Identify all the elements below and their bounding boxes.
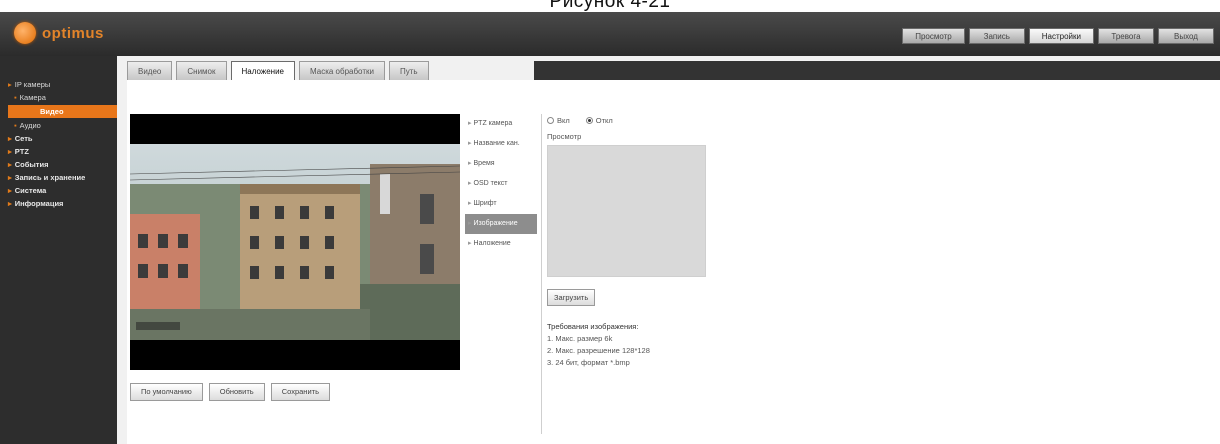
nav-alarm-button[interactable]: Тревога <box>1098 28 1154 44</box>
brand-logo: optimus <box>14 20 104 46</box>
requirement-line: 3. 24 бит, формат *.bmp <box>547 358 630 367</box>
figure-caption: Рисунок 4-21 <box>0 0 1220 12</box>
radio-enable[interactable]: Вкл <box>547 116 570 125</box>
settings-sidebar: ▸ IP камеры ▪ Камера Видео ▪ Аудио ▸ Сеть ▸ P… <box>0 56 118 444</box>
nav-live-button[interactable]: Просмотр <box>902 28 965 44</box>
submenu-item-osd-text[interactable]: ▸ OSD текст <box>465 174 537 194</box>
tab-overlay[interactable]: Наложение <box>230 61 295 80</box>
sidebar-item-network[interactable]: ▸ Сеть <box>0 132 117 145</box>
overlay-settings-pane: По умолчанию Обновить Сохранить ▸ PTZ кам… <box>127 80 1220 444</box>
tab-bar: Видео Снимок Наложение Маска обработки П… <box>117 56 1220 80</box>
vertical-divider <box>541 114 542 434</box>
content-area: Видео Снимок Наложение Маска обработки П… <box>117 56 1220 444</box>
sidebar-item-ip-camera[interactable]: ▸ IP камеры <box>0 78 117 91</box>
submenu-item-ptz-camera[interactable]: ▸ PTZ камера <box>465 114 537 134</box>
submenu-item-channel-name[interactable]: ▸ Название кан. <box>465 134 537 154</box>
app-window: optimus Просмотр Запись Настройки Тревог… <box>0 12 1220 444</box>
sidebar-item-system[interactable]: ▸ Система <box>0 184 117 197</box>
figure-caption-text: Рисунок 4-21 <box>549 0 671 12</box>
overlay-submenu: ▸ PTZ камера ▸ Название кан. ▸ Время ▸ OSD т… <box>465 114 537 254</box>
submenu-item-overlay[interactable]: ▸ Наложение <box>465 234 537 254</box>
image-overlay-settings: Вкл Откл Просмотр Загрузить Требования и… <box>547 114 847 367</box>
logo-mark-icon <box>14 22 36 44</box>
submenu-item-time[interactable]: ▸ Время <box>465 154 537 174</box>
tab-bar-filler <box>534 61 1220 80</box>
video-button-group: По умолчанию Обновить Сохранить <box>130 383 330 401</box>
radio-circle-icon <box>585 116 593 124</box>
submenu-item-image[interactable]: ▸ Изображение <box>465 214 537 234</box>
logo-wordmark: optimus <box>42 24 104 42</box>
chevron-right-icon: ▸ <box>468 140 472 147</box>
sidebar-item-camera[interactable]: ▪ Камера <box>0 91 117 104</box>
chevron-right-icon: ▸ <box>468 180 472 187</box>
tab-video[interactable]: Видео <box>127 61 173 80</box>
sidebar-item-events[interactable]: ▸ События <box>0 158 117 171</box>
sidebar-item-information[interactable]: ▸ Информация <box>0 197 117 210</box>
requirements-title: Требования изображения: <box>547 322 639 331</box>
tab-privacy-mask[interactable]: Маска обработки <box>298 61 385 80</box>
radio-circle-icon <box>547 116 554 124</box>
sidebar-item-ptz[interactable]: ▸ PTZ <box>0 145 117 158</box>
chevron-right-icon: ▸ <box>468 120 472 127</box>
requirement-line: 1. Макс. размер 6k <box>547 334 613 343</box>
header-bar: optimus Просмотр Запись Настройки Тревог… <box>0 12 1220 56</box>
image-preview-box <box>547 145 706 277</box>
nav-playback-button[interactable]: Запись <box>968 28 1025 44</box>
radio-disable[interactable]: Откл <box>585 116 613 125</box>
nav-logout-button[interactable]: Выход <box>1158 28 1214 44</box>
sidebar-item-storage[interactable]: ▸ Запись и хранение <box>0 171 117 184</box>
default-button[interactable]: По умолчанию <box>130 383 203 401</box>
save-button[interactable]: Сохранить <box>270 383 330 401</box>
chevron-right-icon: ▸ <box>468 160 472 167</box>
enable-radio-group: Вкл Откл <box>547 114 847 126</box>
nav-settings-button[interactable]: Настройки <box>1028 28 1094 44</box>
sidebar-item-audio[interactable]: ▪ Аудио <box>0 119 117 132</box>
tab-snapshot[interactable]: Снимок <box>176 61 227 80</box>
video-preview <box>130 114 460 370</box>
chevron-right-icon: ▸ <box>468 200 472 207</box>
top-navigation: Просмотр Запись Настройки Тревога Выход <box>902 28 1214 44</box>
sidebar-item-video[interactable]: Видео <box>8 105 117 118</box>
chevron-right-icon: ▸ <box>468 240 472 247</box>
tab-path[interactable]: Путь <box>388 61 429 80</box>
requirement-line: 2. Макс. разрешение 128*128 <box>547 346 650 355</box>
chevron-right-icon: ▸ <box>468 220 472 227</box>
upload-button[interactable]: Загрузить <box>547 289 596 306</box>
video-frame-image <box>130 144 460 340</box>
refresh-button[interactable]: Обновить <box>208 383 265 401</box>
submenu-item-font[interactable]: ▸ Шрифт <box>465 194 537 214</box>
preview-label: Просмотр <box>547 132 582 141</box>
